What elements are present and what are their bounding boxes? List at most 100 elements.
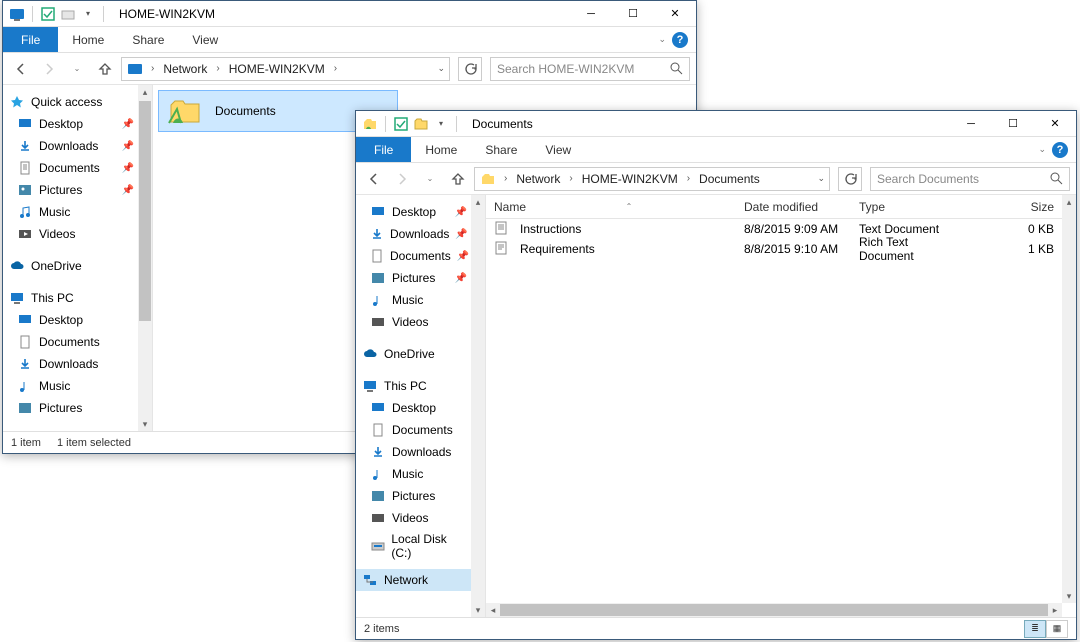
search-input[interactable]: Search Documents — [870, 167, 1070, 191]
nav-desktop[interactable]: Desktop📌 — [3, 113, 138, 135]
nav-downloads[interactable]: Downloads📌 — [356, 223, 471, 245]
address-bar[interactable]: › Network › HOME-WIN2KVM › ⌄ — [121, 57, 450, 81]
help-icon[interactable]: ? — [672, 32, 688, 48]
col-date[interactable]: Date modified — [736, 200, 851, 214]
scroll-down-icon[interactable]: ▾ — [138, 417, 152, 431]
maximize-button[interactable]: ☐ — [612, 1, 654, 27]
help-icon[interactable]: ? — [1052, 142, 1068, 158]
forward-button[interactable] — [37, 57, 61, 81]
qat-properties-icon[interactable] — [40, 6, 56, 22]
nav-pc-downloads[interactable]: Downloads — [3, 353, 138, 375]
chevron-right-icon[interactable]: › — [566, 173, 575, 184]
qat-dropdown-icon[interactable]: ▾ — [80, 6, 96, 22]
tab-view[interactable]: View — [178, 27, 232, 52]
nav-pc-downloads[interactable]: Downloads — [356, 441, 471, 463]
tab-view[interactable]: View — [531, 137, 585, 162]
tab-share[interactable]: Share — [471, 137, 531, 162]
nav-pc-music[interactable]: Music — [356, 463, 471, 485]
chevron-right-icon[interactable]: › — [684, 173, 693, 184]
tab-home[interactable]: Home — [58, 27, 118, 52]
nav-pictures[interactable]: Pictures📌 — [356, 267, 471, 289]
breadcrumb-host[interactable]: HOME-WIN2KVM — [578, 172, 682, 186]
nav-this-pc[interactable]: This PC — [356, 375, 471, 397]
search-icon[interactable] — [1050, 172, 1063, 185]
search-input[interactable]: Search HOME-WIN2KVM — [490, 57, 690, 81]
content-vscrollbar[interactable]: ▴ ▾ — [1062, 195, 1076, 603]
nav-music[interactable]: Music — [3, 201, 138, 223]
ribbon-expand-icon[interactable]: ⌄ — [1038, 144, 1046, 155]
close-button[interactable]: ✕ — [654, 1, 696, 27]
forward-button[interactable] — [390, 167, 414, 191]
nav-pc-pictures[interactable]: Pictures — [3, 397, 138, 419]
qat-dropdown-icon[interactable]: ▾ — [433, 116, 449, 132]
nav-music[interactable]: Music — [356, 289, 471, 311]
nav-pc-documents[interactable]: Documents — [3, 331, 138, 353]
details-view-button[interactable]: ≣ — [1024, 620, 1046, 638]
scroll-right-icon[interactable]: ▸ — [1048, 605, 1062, 616]
scroll-up-icon[interactable]: ▴ — [138, 85, 152, 99]
scroll-up-icon[interactable]: ▴ — [471, 195, 485, 209]
tab-file[interactable]: File — [3, 27, 58, 52]
ribbon-expand-icon[interactable]: ⌄ — [658, 34, 666, 45]
col-size[interactable]: Size — [971, 200, 1062, 214]
tab-file[interactable]: File — [356, 137, 411, 162]
qat-properties-icon[interactable] — [393, 116, 409, 132]
file-row[interactable]: Instructions 8/8/2015 9:09 AM Text Docum… — [486, 219, 1062, 239]
breadcrumb-network[interactable]: Network — [159, 62, 211, 76]
chevron-right-icon[interactable]: › — [148, 63, 157, 74]
address-dropdown-icon[interactable]: ⌄ — [437, 63, 445, 74]
scroll-down-icon[interactable]: ▾ — [471, 603, 485, 617]
refresh-button[interactable] — [458, 57, 482, 81]
nav-pc-desktop[interactable]: Desktop — [3, 309, 138, 331]
nav-videos[interactable]: Videos — [3, 223, 138, 245]
nav-network[interactable]: Network — [356, 569, 471, 591]
tab-home[interactable]: Home — [411, 137, 471, 162]
col-type[interactable]: Type — [851, 200, 971, 214]
nav-onedrive[interactable]: OneDrive — [3, 255, 138, 277]
up-button[interactable] — [446, 167, 470, 191]
nav-pictures[interactable]: Pictures📌 — [3, 179, 138, 201]
close-button[interactable]: ✕ — [1034, 111, 1076, 137]
nav-scrollbar[interactable]: ▴ ▾ — [471, 195, 485, 617]
nav-quick-access[interactable]: Quick access — [3, 91, 138, 113]
nav-local-disk[interactable]: Local Disk (C:) — [356, 529, 471, 563]
nav-documents[interactable]: Documents📌 — [3, 157, 138, 179]
qat-newfolder-icon[interactable] — [413, 116, 429, 132]
scroll-thumb[interactable] — [500, 604, 1048, 616]
chevron-right-icon[interactable]: › — [213, 63, 222, 74]
address-dropdown-icon[interactable]: ⌄ — [817, 173, 825, 184]
nav-pc-pictures[interactable]: Pictures — [356, 485, 471, 507]
titlebar[interactable]: ▾ HOME-WIN2KVM ─ ☐ ✕ — [3, 1, 696, 27]
scroll-down-icon[interactable]: ▾ — [1062, 589, 1076, 603]
file-row[interactable]: Requirements 8/8/2015 9:10 AM Rich Text … — [486, 239, 1062, 259]
refresh-button[interactable] — [838, 167, 862, 191]
file-list[interactable]: Name⌃ Date modified Type Size Instructio… — [486, 195, 1076, 617]
nav-onedrive[interactable]: OneDrive — [356, 343, 471, 365]
nav-documents[interactable]: Documents📌 — [356, 245, 471, 267]
breadcrumb-documents[interactable]: Documents — [695, 172, 764, 186]
chevron-right-icon[interactable]: › — [331, 63, 340, 74]
chevron-right-icon[interactable]: › — [501, 173, 510, 184]
tab-share[interactable]: Share — [118, 27, 178, 52]
search-icon[interactable] — [670, 62, 683, 75]
nav-downloads[interactable]: Downloads📌 — [3, 135, 138, 157]
breadcrumb-network[interactable]: Network — [512, 172, 564, 186]
titlebar[interactable]: ▾ Documents ─ ☐ ✕ — [356, 111, 1076, 137]
back-button[interactable] — [362, 167, 386, 191]
history-dropdown[interactable]: ⌄ — [418, 167, 442, 191]
scroll-thumb[interactable] — [139, 101, 151, 321]
minimize-button[interactable]: ─ — [570, 1, 612, 27]
history-dropdown[interactable]: ⌄ — [65, 57, 89, 81]
address-bar[interactable]: › Network › HOME-WIN2KVM › Documents ⌄ — [474, 167, 830, 191]
icons-view-button[interactable]: ▦ — [1046, 620, 1068, 638]
nav-pc-documents[interactable]: Documents — [356, 419, 471, 441]
qat-newfolder-icon[interactable] — [60, 6, 76, 22]
col-name[interactable]: Name⌃ — [486, 200, 736, 214]
nav-desktop[interactable]: Desktop📌 — [356, 201, 471, 223]
nav-pc-music[interactable]: Music — [3, 375, 138, 397]
back-button[interactable] — [9, 57, 33, 81]
scroll-left-icon[interactable]: ◂ — [486, 605, 500, 616]
up-button[interactable] — [93, 57, 117, 81]
content-hscrollbar[interactable]: ◂ ▸ — [486, 603, 1062, 617]
breadcrumb-host[interactable]: HOME-WIN2KVM — [225, 62, 329, 76]
